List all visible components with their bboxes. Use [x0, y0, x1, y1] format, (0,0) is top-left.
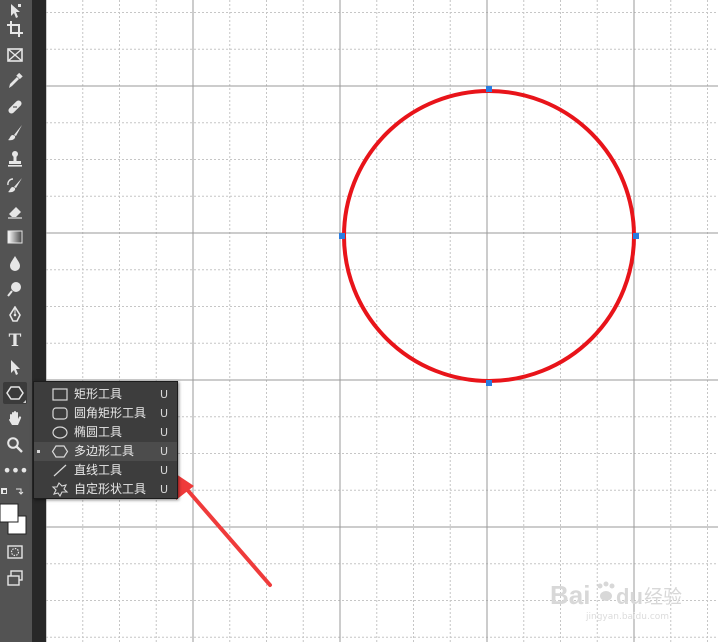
gradient-tool[interactable]	[3, 226, 27, 248]
history-brush-icon	[7, 178, 22, 193]
stamp-icon	[8, 151, 22, 167]
zoom-tool[interactable]	[3, 434, 27, 456]
menu-item-shortcut: U	[160, 407, 169, 420]
panel-divider	[32, 0, 46, 642]
selected-bullet-icon	[37, 450, 40, 453]
menu-item-label: 圆角矩形工具	[74, 406, 147, 420]
menu-item-rectangle-tool[interactable]: 矩形工具 U	[34, 385, 177, 404]
dodge-tool[interactable]	[3, 278, 27, 300]
more-icon: •••	[2, 461, 28, 480]
pen-icon	[9, 306, 21, 322]
swap-colors-icon[interactable]	[16, 488, 24, 495]
watermark-url: jingyan.baidu.com	[585, 612, 669, 622]
clone-stamp-tool[interactable]	[3, 148, 27, 170]
menu-item-line-tool[interactable]: 直线工具 U	[34, 461, 177, 480]
hand-icon	[9, 411, 22, 425]
custom-shape-icon	[51, 482, 69, 497]
submenu-corner-icon	[23, 400, 26, 403]
dodge-icon	[7, 282, 21, 297]
menu-item-shortcut: U	[160, 388, 169, 401]
ellipse-icon	[51, 425, 69, 440]
menu-item-rounded-rectangle-tool[interactable]: 圆角矩形工具 U	[34, 404, 177, 423]
screen-mode-icon	[7, 570, 23, 586]
watermark-brand: Bai	[550, 580, 590, 610]
frame-icon	[7, 48, 23, 62]
quick-mask-icon	[7, 545, 23, 559]
shape-tool-flyout: 矩形工具 U 圆角矩形工具 U 椭圆工具 U 多边形工具 U 直线工具 U 自定…	[33, 381, 178, 499]
watermark-label: 经验	[644, 586, 682, 608]
type-tool[interactable]: T	[3, 330, 27, 352]
quick-mask-tool[interactable]	[3, 541, 27, 563]
eraser-icon	[8, 207, 22, 219]
eraser-tool[interactable]	[3, 200, 27, 222]
bandage-icon	[8, 100, 22, 114]
anchor-point-right[interactable]	[633, 233, 639, 239]
polygon-shape-tool[interactable]	[3, 382, 27, 404]
crop-icon	[7, 21, 23, 37]
path-selection-tool[interactable]	[3, 356, 27, 378]
tools-panel: T •••	[0, 0, 32, 642]
drop-icon	[10, 256, 20, 271]
rectangle-icon	[51, 387, 69, 402]
red-circle-shape[interactable]	[342, 89, 636, 383]
menu-item-label: 矩形工具	[74, 387, 123, 401]
pen-tool[interactable]	[3, 304, 27, 326]
edit-toolbar[interactable]: •••	[2, 460, 28, 482]
menu-item-shortcut: U	[160, 483, 169, 496]
annotation-arrow-line	[182, 484, 272, 587]
menu-item-shortcut: U	[160, 426, 169, 439]
menu-item-polygon-tool[interactable]: 多边形工具 U	[34, 442, 177, 461]
menu-item-shortcut: U	[160, 464, 169, 477]
anchor-point-top[interactable]	[486, 86, 492, 92]
crop-tool[interactable]	[3, 18, 27, 40]
screen-mode-tool[interactable]	[3, 567, 27, 589]
anchor-point-bottom[interactable]	[486, 380, 492, 386]
history-brush-tool[interactable]	[3, 174, 27, 196]
brush-icon	[8, 125, 22, 141]
document-canvas[interactable]	[46, 0, 718, 642]
baidu-jingyan-watermark: Bai du 经验 jingyan.baidu.com	[550, 574, 710, 624]
hand-tool[interactable]	[3, 408, 27, 430]
brush-tool[interactable]	[3, 122, 27, 144]
menu-item-custom-shape-tool[interactable]: 自定形状工具 U	[34, 480, 177, 499]
grid-minor-lines	[46, 0, 718, 642]
polygon-icon	[6, 386, 24, 400]
paw-icon	[597, 581, 615, 601]
line-icon	[51, 463, 69, 478]
menu-item-label: 椭圆工具	[74, 425, 123, 439]
menu-item-label: 多边形工具	[74, 444, 135, 458]
magnifier-icon	[7, 437, 23, 453]
color-swatches[interactable]	[0, 486, 32, 538]
watermark-brand-tail: du	[616, 584, 643, 609]
healing-brush-tool[interactable]	[3, 96, 27, 118]
menu-item-shortcut: U	[160, 445, 169, 458]
type-icon: T	[8, 330, 22, 351]
menu-item-label: 直线工具	[74, 463, 123, 477]
gradient-icon	[7, 230, 23, 244]
arrow-cursor-icon	[11, 360, 20, 375]
menu-item-ellipse-tool[interactable]: 椭圆工具 U	[34, 423, 177, 442]
eyedropper-icon	[9, 72, 23, 88]
blur-tool[interactable]	[3, 252, 27, 274]
polygon-icon	[51, 444, 69, 459]
eyedropper-tool[interactable]	[3, 70, 27, 92]
anchor-point-left[interactable]	[339, 233, 345, 239]
grid-major-lines	[46, 0, 718, 642]
menu-item-label: 自定形状工具	[74, 482, 147, 496]
rounded-rectangle-icon	[51, 406, 69, 421]
foreground-color-swatch[interactable]	[0, 503, 19, 523]
frame-tool[interactable]	[3, 44, 27, 66]
